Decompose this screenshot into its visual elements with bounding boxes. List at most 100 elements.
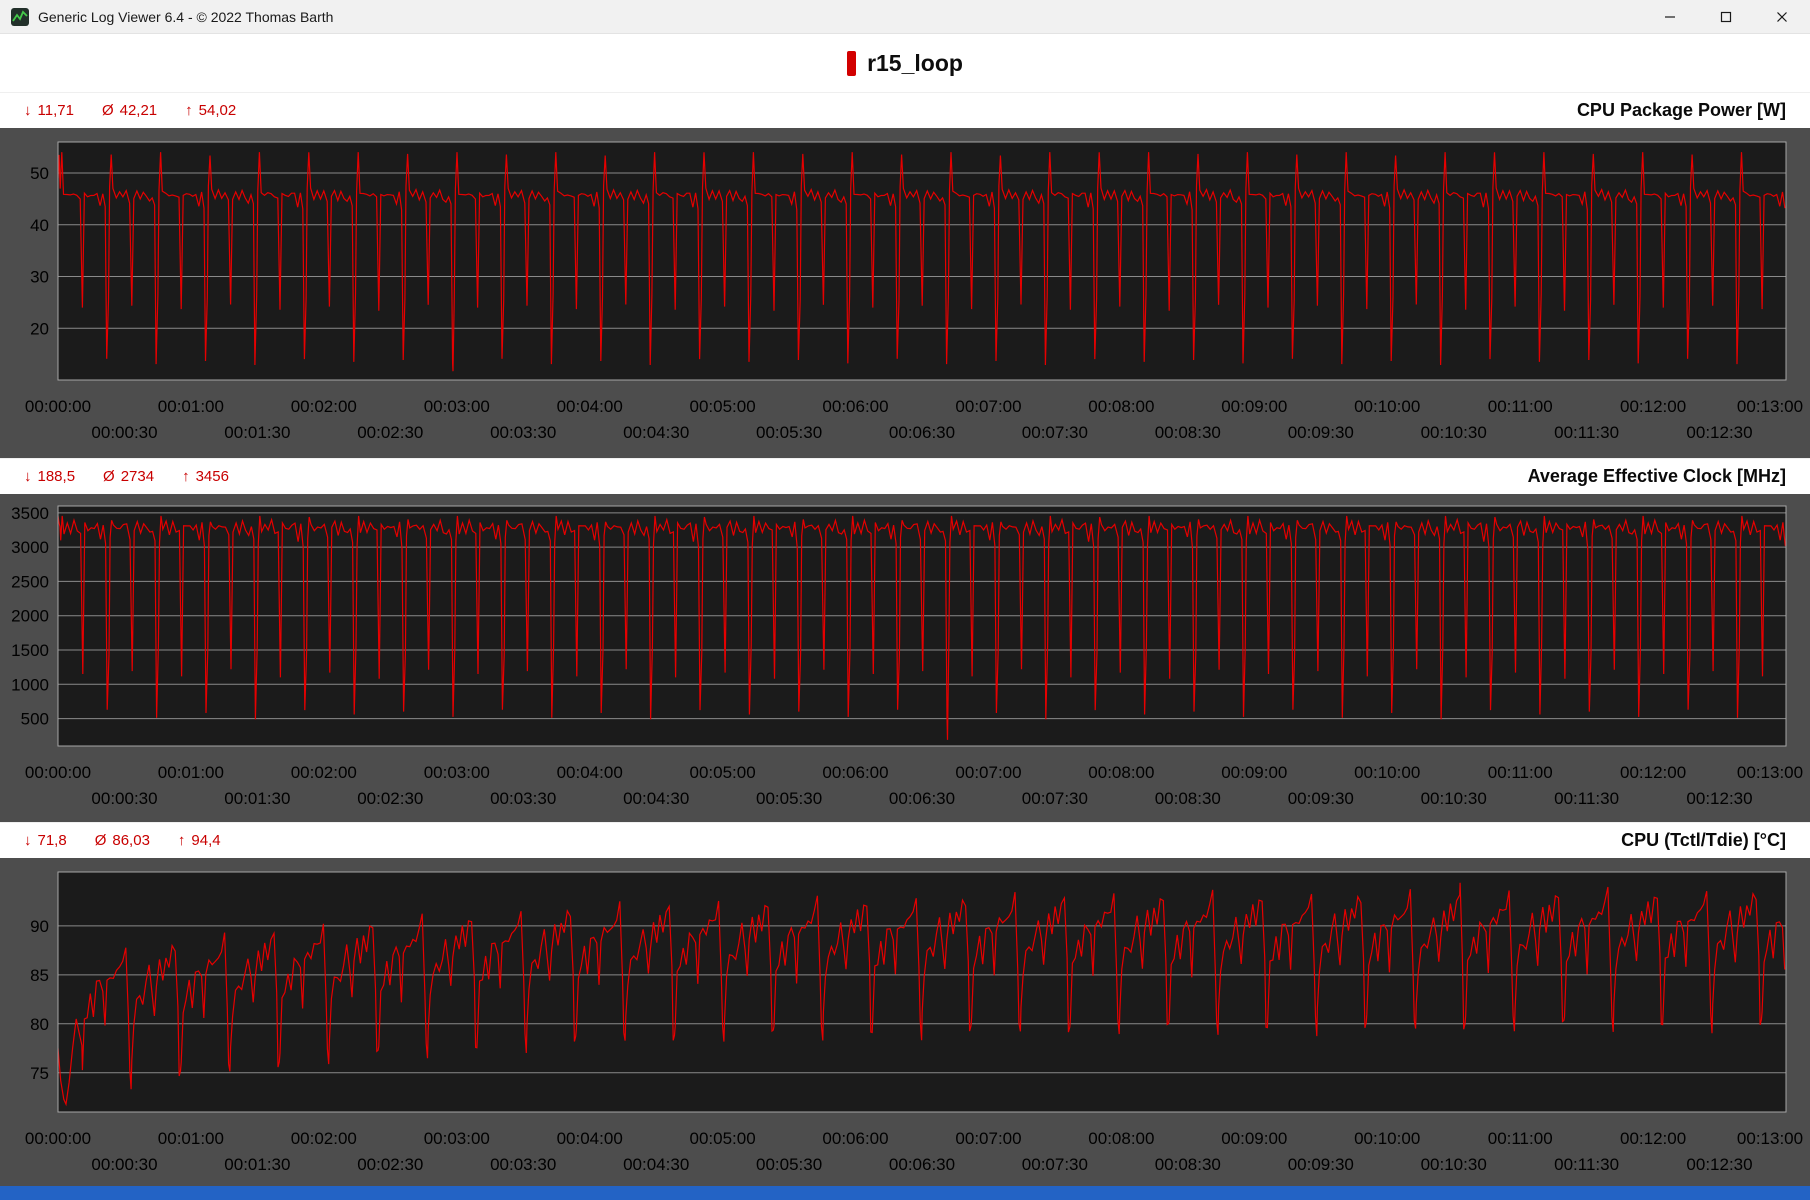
x-tick-label: 00:04:30 [623,789,689,808]
x-tick-label: 00:12:30 [1686,423,1752,442]
x-tick-label: 00:12:30 [1686,1155,1752,1174]
plot-area[interactable] [58,142,1786,380]
x-tick-label: 00:10:00 [1354,1129,1420,1148]
x-tick-label: 00:06:00 [822,1129,888,1148]
avg-icon: Ø [94,832,107,849]
x-tick-label: 00:02:00 [291,397,357,416]
y-tick-label: 80 [30,1015,49,1034]
minimize-button[interactable] [1642,0,1698,34]
x-tick-label: 00:02:30 [357,789,423,808]
y-tick-label: 40 [30,216,49,235]
log-marker-icon [847,50,857,76]
x-tick-label: 00:07:00 [955,1129,1021,1148]
x-tick-label: 00:11:30 [1554,423,1619,442]
min-arrow-icon: ↓ [24,102,32,119]
x-tick-label: 00:07:30 [1022,789,1088,808]
close-button[interactable] [1754,0,1810,34]
avg-stat: Ø 42,21 [101,102,158,119]
x-tick-label: 00:10:30 [1421,789,1487,808]
x-tick-label: 00:03:30 [490,1155,556,1174]
y-tick-label: 2000 [11,607,49,626]
x-tick-label: 00:12:00 [1620,763,1686,782]
x-tick-label: 00:01:00 [158,397,224,416]
close-icon [1777,12,1787,22]
x-tick-label: 00:06:30 [889,423,955,442]
x-tick-label: 00:03:30 [490,789,556,808]
max-arrow-icon: ↑ [182,468,190,485]
min-stat: ↓ 11,71 [24,102,74,119]
x-tick-label: 00:07:30 [1022,423,1088,442]
x-tick-label: 00:04:00 [557,1129,623,1148]
plot-area[interactable] [58,872,1786,1112]
x-tick-label: 00:05:30 [756,1155,822,1174]
x-tick-label: 00:01:30 [224,423,290,442]
minimize-icon [1665,16,1675,18]
y-tick-label: 20 [30,319,49,338]
x-tick-label: 00:05:30 [756,789,822,808]
chart-title-temp: CPU (Tctl/Tdie) [°C] [1621,830,1786,850]
x-tick-label: 00:02:30 [357,423,423,442]
x-tick-label: 00:03:00 [424,397,490,416]
x-tick-label: 00:12:30 [1686,789,1752,808]
x-tick-label: 00:10:00 [1354,763,1420,782]
y-tick-label: 75 [30,1064,49,1083]
max-stat: ↑ 3456 [182,468,229,485]
x-tick-label: 00:04:30 [623,423,689,442]
x-tick-label: 00:03:00 [424,1129,490,1148]
stats-band-clock: ↓ 188,5 Ø 2734 ↑ 3456 Average Effective Clo… [0,458,1810,494]
x-tick-label: 00:11:30 [1554,1155,1619,1174]
x-tick-label: 00:10:00 [1354,397,1420,416]
chart-average-effective-clock[interactable]: 500 1000 1500 2000 2500 3000 3500 00:00:00 00:01… [0,494,1810,822]
x-tick-label: 00:13:00 [1737,763,1803,782]
x-tick-label: 00:08:30 [1155,423,1221,442]
min-arrow-icon: ↓ [24,468,32,485]
x-tick-label: 00:13:00 [1737,1129,1803,1148]
x-tick-label: 00:11:00 [1488,763,1553,782]
x-tick-label: 00:08:30 [1155,1155,1221,1174]
x-tick-label: 00:00:30 [91,423,157,442]
x-tick-label: 00:03:00 [424,763,490,782]
x-tick-label: 00:01:00 [158,1129,224,1148]
y-tick-label: 2500 [11,572,49,591]
x-tick-label: 00:09:00 [1221,1129,1287,1148]
chart-stats: ↓ 11,71 Ø 42,21 ↑ 54,02 [24,102,236,119]
max-arrow-icon: ↑ [177,832,186,849]
x-tick-label: 00:09:00 [1221,763,1287,782]
x-tick-label: 00:06:30 [889,1155,955,1174]
stats-band-power: ↓ 11,71 Ø 42,21 ↑ 54,02 CPU Package Power [… [0,92,1810,128]
avg-stat: Ø 86,03 [94,832,150,849]
chart-title-power: CPU Package Power [W] [1576,100,1786,120]
y-tick-label: 3500 [11,504,49,523]
x-tick-label: 00:04:30 [623,1155,689,1174]
min-stat: ↓ 71,8 [24,832,67,849]
x-tick-label: 00:00:00 [25,763,91,782]
x-tick-label: 00:06:00 [822,763,888,782]
x-tick-label: 00:12:00 [1620,397,1686,416]
chart-title-clock: Average Effective Clock [MHz] [1527,466,1786,486]
maximize-button[interactable] [1698,0,1754,34]
x-tick-label: 00:09:00 [1221,397,1287,416]
x-tick-label: 00:11:00 [1488,1129,1553,1148]
x-tick-label: 00:08:00 [1088,397,1154,416]
x-tick-label: 00:00:30 [91,789,157,808]
x-tick-label: 00:07:00 [955,763,1021,782]
y-tick-label: 1500 [11,641,49,660]
y-tick-label: 500 [21,710,49,729]
maximize-icon [1720,11,1732,23]
x-tick-label: 00:08:00 [1088,763,1154,782]
window-title: Generic Log Viewer 6.4 - © 2022 Thomas B… [38,8,334,25]
x-tick-label: 00:00:00 [25,1129,91,1148]
x-tick-label: 00:09:30 [1288,1155,1354,1174]
avg-icon: Ø [103,468,115,485]
log-header: r15_loop [0,34,1810,92]
x-tick-label: 00:08:30 [1155,789,1221,808]
titlebar: Generic Log Viewer 6.4 - © 2022 Thomas B… [0,0,1810,34]
x-tick-label: 00:11:00 [1488,397,1553,416]
y-tick-label: 85 [30,966,49,985]
stats-band-temp: ↓ 71,8 Ø 86,03 ↑ 94,4 CPU (Tctl/Tdie) [°C] [0,822,1810,858]
chart-cpu-temperature[interactable]: 75 80 85 90 00:00:00 00:01:00 00:02:00 00:03:00… [0,858,1810,1186]
chart-cpu-package-power[interactable]: 20 30 40 50 00:00:00 00:01:00 00:02:00 00:03:00… [0,128,1810,458]
x-tick-label: 00:00:00 [25,397,91,416]
x-tick-label: 00:11:30 [1554,789,1619,808]
x-tick-label: 00:09:30 [1288,423,1354,442]
